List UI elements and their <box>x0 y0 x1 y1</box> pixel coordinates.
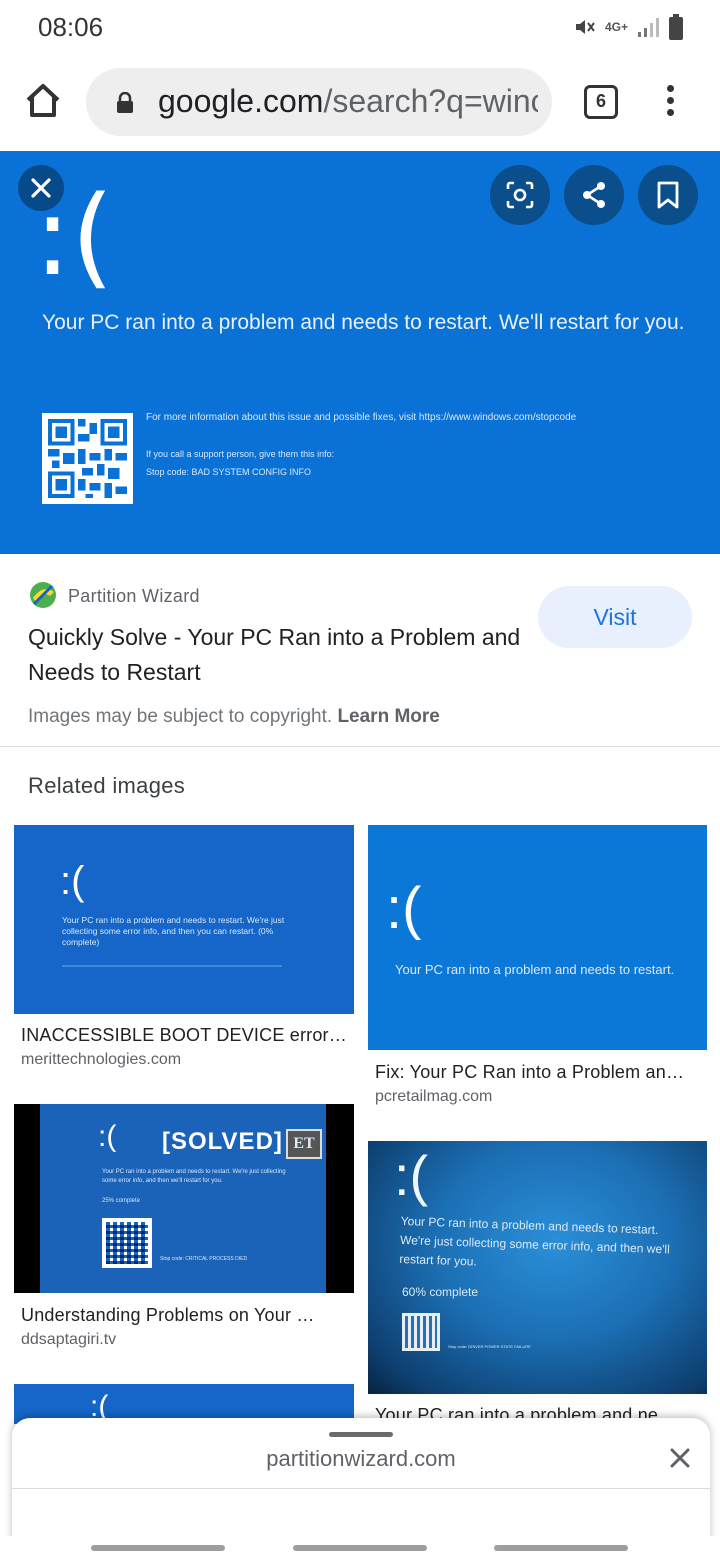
thumb-sad-face: :( <box>394 1144 429 1207</box>
thumb-message: Your PC ran into a problem and needs to … <box>395 962 675 977</box>
share-button[interactable] <box>564 165 624 225</box>
thumb-message: Your PC ran into a problem and needs to … <box>62 915 285 947</box>
battery-icon <box>669 14 683 40</box>
copyright-notice: Images may be subject to copyright. Lear… <box>28 706 440 728</box>
lens-icon <box>506 181 534 209</box>
qr-code <box>42 413 133 504</box>
preview-image[interactable]: :( Your PC ran into a problem and needs … <box>0 151 720 554</box>
related-image-thumbnail[interactable]: :( Your PC ran into a problem and needs … <box>14 825 354 1014</box>
partition-wizard-logo-icon <box>30 582 56 608</box>
result-title[interactable]: Quickly Solve - Your PC Ran into a Probl… <box>28 620 528 690</box>
bsod-stop-code: Stop code: BAD SYSTEM CONFIG INFO <box>146 467 312 477</box>
visit-button[interactable]: Visit <box>538 586 692 648</box>
thumb-message: Your PC ran into a problem and needs to … <box>399 1213 671 1269</box>
status-icons: 4G+ <box>573 14 684 40</box>
thumb-progress: 60% complete <box>402 1285 479 1299</box>
nav-back[interactable] <box>494 1545 628 1551</box>
close-sheet-button[interactable] <box>666 1444 694 1472</box>
network-type-label: 4G+ <box>604 19 628 34</box>
url-domain: google.com <box>158 83 324 119</box>
thumb-progress: 25% complete <box>102 1198 141 1204</box>
related-images-heading: Related images <box>28 773 186 798</box>
system-navigation-bar <box>0 1536 720 1560</box>
address-bar[interactable]: google.com/search?q=winc <box>86 68 552 136</box>
lens-search-button[interactable] <box>490 165 550 225</box>
et-logo: ET <box>286 1129 322 1159</box>
overflow-menu-button[interactable] <box>660 82 680 122</box>
sheet-divider <box>12 1488 710 1489</box>
thumb-stop-code: Stop code: CRITICAL PROCESS DIED <box>160 1256 248 1262</box>
copyright-text: Images may be subject to copyright. <box>28 706 333 727</box>
drag-handle[interactable] <box>329 1432 393 1437</box>
learn-more-link[interactable]: Learn More <box>337 706 439 727</box>
lock-icon <box>117 92 133 113</box>
site-preview-sheet[interactable]: partitionwizard.com <box>12 1418 710 1548</box>
browser-toolbar: google.com/search?q=winc 6 <box>0 54 720 150</box>
bsod-info-line: For more information about this issue an… <box>146 412 577 423</box>
image-result-info: Partition Wizard Visit Quickly Solve - Y… <box>0 556 720 746</box>
mute-icon <box>575 20 595 34</box>
thumb-message: Your PC ran into a problem and needs to … <box>102 1169 286 1184</box>
url-text: google.com/search?q=winc <box>158 83 538 120</box>
close-icon <box>31 178 51 198</box>
related-caption[interactable]: INACCESSIBLE BOOT DEVICE error… <box>21 1025 347 1046</box>
save-image-button[interactable] <box>638 165 698 225</box>
thumb-sad-face: :( <box>98 1120 117 1153</box>
nav-recents[interactable] <box>91 1545 225 1551</box>
share-icon <box>583 182 605 208</box>
thumb-qr-code <box>402 1313 440 1351</box>
related-caption[interactable]: Understanding Problems on Your … <box>21 1305 347 1326</box>
related-image-thumbnail[interactable]: :( Your PC ran into a problem and needs … <box>368 1141 707 1394</box>
thumb-stop-code: Stop code: DRIVER POWER STATE FAILURE <box>448 1344 531 1349</box>
home-button[interactable] <box>22 80 64 122</box>
url-path: /search?q=winc <box>323 83 538 119</box>
close-icon <box>670 1448 690 1468</box>
status-time: 08:06 <box>38 12 104 42</box>
signal-icon <box>638 18 659 37</box>
source-name[interactable]: Partition Wizard <box>68 586 200 607</box>
bookmark-icon <box>657 181 679 209</box>
related-domain: pcretailmag.com <box>375 1088 493 1105</box>
nav-home[interactable] <box>293 1545 427 1551</box>
bsod-message: Your PC ran into a problem and needs to … <box>42 311 685 334</box>
sheet-domain: partitionwizard.com <box>266 1446 456 1471</box>
close-preview-button[interactable] <box>18 165 64 211</box>
solved-badge: [SOLVED] <box>162 1128 283 1155</box>
tab-switcher-button[interactable]: 6 <box>584 85 618 119</box>
status-bar: 08:06 4G+ <box>0 0 720 54</box>
related-image-thumbnail[interactable]: :( Your PC ran into a problem and needs … <box>368 825 707 1050</box>
bsod-support-line: If you call a support person, give them … <box>146 449 335 459</box>
thumb-sad-face: :( <box>60 859 85 903</box>
thumb-sad-face: :( <box>386 876 422 941</box>
related-image-thumbnail[interactable]: :( [SOLVED] ET Your PC ran into a proble… <box>14 1104 354 1293</box>
related-caption[interactable]: Fix: Your PC Ran into a Problem an… <box>375 1062 701 1083</box>
related-domain: merittechnologies.com <box>21 1051 182 1068</box>
home-icon <box>26 84 60 117</box>
related-domain: ddsaptagiri.tv <box>21 1331 117 1348</box>
thumb-qr-code <box>102 1218 152 1268</box>
section-divider <box>0 746 720 747</box>
